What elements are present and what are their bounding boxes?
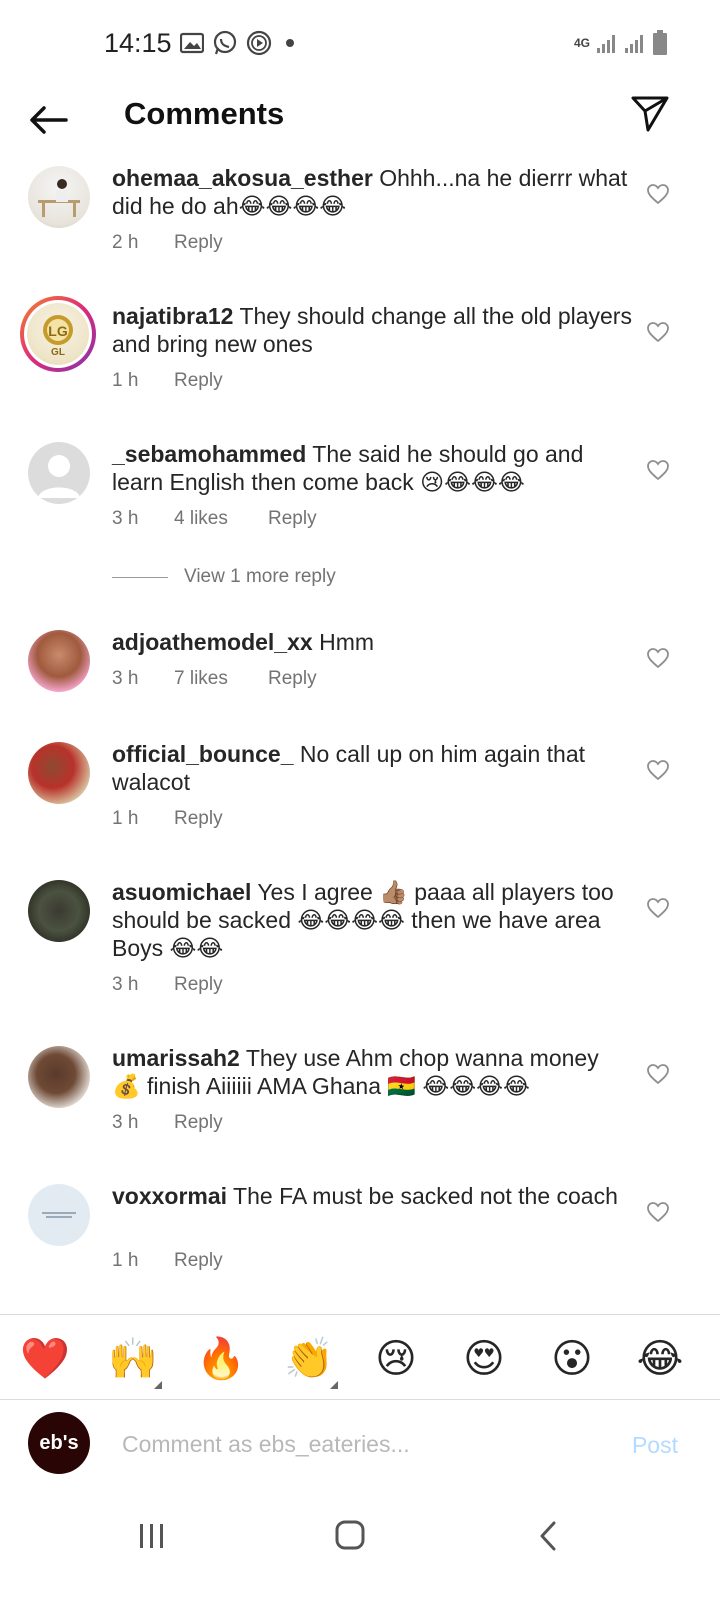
emoji-heart-eyes-button[interactable]: 😍 [460,1335,508,1383]
share-send-icon[interactable] [630,94,670,134]
avatar[interactable] [28,1184,90,1246]
reply-button[interactable]: Reply [268,668,317,690]
reply-button[interactable]: Reply [174,232,223,254]
my-avatar: eb's [28,1412,90,1474]
my-avatar-logo: eb's [39,1431,79,1454]
comment-meta: 1 h Reply [112,1250,223,1272]
comment-time: 3 h [112,508,139,529]
recent-apps-icon[interactable] [128,1516,176,1556]
comment-username[interactable]: ohemaa_akosua_esther [112,165,373,191]
comment-text: Hmm [319,629,375,655]
comment-username[interactable]: najatibra12 [112,303,233,329]
signal-icon [597,35,615,53]
status-time: 14:15 [104,28,172,58]
avatar[interactable] [28,166,90,228]
comment-meta: 3 h 7 likes Reply [112,668,317,690]
home-icon[interactable] [326,1516,374,1556]
comment-username[interactable]: _sebamohammed [112,441,306,467]
comment-text: The FA must be sacked not the coach [233,1183,618,1209]
status-bar: 14:15 4G [0,0,720,88]
comment-username[interactable]: official_bounce_ [112,741,293,767]
heart-icon[interactable] [646,458,670,482]
skin-tone-indicator [330,1381,338,1389]
avatar-logo-text: GL [51,347,65,357]
comment-time: 3 h [112,974,139,995]
heart-icon[interactable] [646,320,670,344]
emoji-laugh-button[interactable]: 😂 [636,1335,684,1383]
comment-username[interactable]: umarissah2 [112,1045,240,1071]
battery-icon [653,30,667,55]
header: Comments [0,88,720,152]
avatar[interactable]: LG GL [20,296,96,372]
heart-icon[interactable] [646,182,670,206]
gallery-icon [180,32,204,54]
heart-icon[interactable] [646,1200,670,1224]
comment-meta: 3 h Reply [112,1112,223,1134]
comment-username[interactable]: adjoathemodel_xx [112,629,313,655]
comment-meta: 3 h Reply [112,974,223,996]
reply-button[interactable]: Reply [174,974,223,996]
comment-meta: 1 h Reply [112,370,223,392]
reply-button[interactable]: Reply [174,808,223,830]
comment-time: 2 h [112,232,139,253]
emoji-clap-button[interactable]: 👏 [284,1335,334,1383]
heart-icon[interactable] [646,896,670,920]
emoji-surprised-button[interactable]: 😮 [548,1335,596,1383]
comment-meta: 3 h 4 likes Reply [112,508,317,530]
heart-icon[interactable] [646,758,670,782]
reply-button[interactable]: Reply [174,1250,223,1272]
media-icon [246,30,272,56]
comment-likes[interactable]: 7 likes [174,668,268,690]
avatar[interactable] [28,880,90,942]
emoji-cry-button[interactable]: 😢 [372,1335,420,1383]
avatar[interactable] [28,1046,90,1108]
avatar[interactable] [28,630,90,692]
back-nav-icon[interactable] [524,1516,572,1556]
comment-time: 1 h [112,808,139,829]
comment-time: 3 h [112,668,139,689]
comment-likes[interactable]: 4 likes [174,508,268,530]
reply-button[interactable]: Reply [174,370,223,392]
comment-username[interactable]: asuomichael [112,879,251,905]
comment-time: 1 h [112,370,139,391]
emoji-heart-button[interactable]: ❤️ [20,1335,70,1383]
comment-time: 3 h [112,1112,139,1133]
divider-line [112,576,168,578]
emoji-fire-button[interactable]: 🔥 [196,1335,246,1383]
skin-tone-indicator [154,1381,162,1389]
comment-meta: 1 h Reply [112,808,223,830]
avatar[interactable] [28,442,90,504]
reply-button[interactable]: Reply [268,508,317,530]
back-arrow-icon[interactable] [26,98,70,142]
svg-text:LG: LG [48,323,68,339]
post-button[interactable]: Post [632,1432,678,1459]
view-more-replies[interactable]: View 1 more reply [112,566,336,588]
comment-time: 1 h [112,1250,139,1271]
comment-input[interactable] [122,1422,582,1466]
network-label: 4G [573,36,590,50]
avatar[interactable] [28,742,90,804]
whatsapp-icon [213,30,237,55]
signal-2-icon [625,35,643,53]
emoji-raised-hands-button[interactable]: 🙌 [108,1335,158,1383]
heart-icon[interactable] [646,646,670,670]
heart-icon[interactable] [646,1062,670,1086]
comment-username[interactable]: voxxormai [112,1183,227,1209]
comment-composer: eb's Post [0,1400,720,1490]
page-title: Comments [124,96,285,131]
comment-meta: 2 h Reply [112,232,223,254]
reply-button[interactable]: Reply [174,1112,223,1134]
view-more-replies-label: View 1 more reply [184,566,336,587]
system-nav-bar [0,1490,720,1600]
notification-dot [286,39,294,47]
emoji-reaction-bar: ❤️ 🙌 🔥 👏 😢 😍 😮 😂 [0,1314,720,1400]
